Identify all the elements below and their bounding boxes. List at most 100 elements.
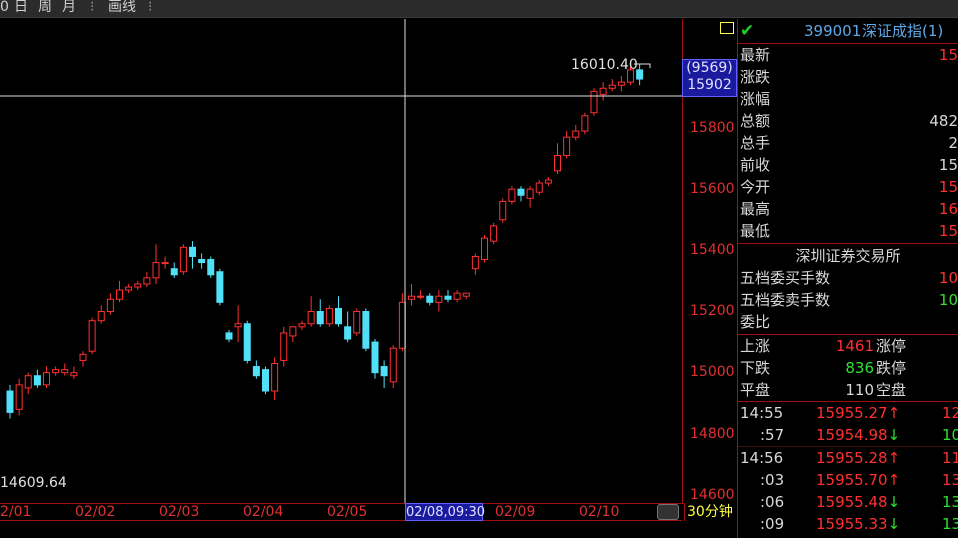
candle-body[interactable]	[435, 295, 443, 303]
candle-body[interactable]	[152, 262, 160, 279]
candle-body[interactable]	[426, 295, 434, 303]
candle-body[interactable]	[170, 268, 178, 276]
candle-body[interactable]	[517, 188, 525, 196]
candle-body[interactable]	[499, 200, 507, 221]
candle-body[interactable]	[125, 286, 133, 291]
candle-body[interactable]	[207, 259, 215, 276]
candle-body[interactable]	[535, 182, 543, 193]
candle-body[interactable]	[15, 384, 23, 410]
candle-body[interactable]	[554, 155, 561, 172]
check-icon[interactable]: ✔	[740, 20, 754, 42]
candle-body[interactable]	[43, 372, 50, 386]
toolbar-separator: ⁝	[90, 0, 95, 15]
candle-body[interactable]	[380, 366, 388, 377]
candle-body[interactable]	[325, 307, 333, 325]
candle-body[interactable]	[344, 326, 352, 340]
x-tick-label: 02/02	[75, 504, 116, 520]
candle-body[interactable]	[225, 332, 233, 340]
y-tick-label: 15600	[690, 181, 735, 197]
candle-body[interactable]	[271, 362, 279, 392]
candle-body[interactable]	[371, 341, 379, 374]
field-label: 涨幅	[740, 90, 771, 108]
candle-body[interactable]	[389, 347, 397, 383]
tick-volume: 13	[942, 471, 958, 489]
candle-body[interactable]	[599, 87, 607, 95]
chart-toolbar: 0 日 周 月 ⁝ 画线 ⁝	[0, 0, 958, 18]
candle-body[interactable]	[335, 307, 342, 325]
y-tick-label: 14800	[690, 426, 735, 442]
candle-body[interactable]	[544, 179, 552, 184]
ask-queue-row: 五档委卖手数 10	[738, 289, 958, 311]
candle-body[interactable]	[462, 292, 470, 297]
period-selector[interactable]: 30分钟	[684, 503, 737, 521]
candle-body[interactable]	[24, 375, 32, 389]
candle-body[interactable]	[234, 323, 242, 328]
field-label: 五档委卖手数	[740, 291, 831, 309]
kline-chart[interactable]	[0, 19, 682, 503]
candle-body[interactable]	[289, 326, 297, 337]
tick-volume: 12	[942, 404, 958, 422]
bid-queue-row: 五档委买手数 10	[738, 267, 958, 289]
candle-body[interactable]	[526, 188, 534, 199]
candle-body[interactable]	[106, 298, 114, 312]
indicator-toggle[interactable]	[720, 22, 734, 34]
quote-header: ✔ 399001 深证成指(1)	[738, 20, 958, 42]
candle-body[interactable]	[490, 225, 498, 242]
candle-body[interactable]	[572, 130, 580, 138]
candle-body[interactable]	[52, 369, 60, 374]
period-button-week[interactable]: 周	[38, 0, 52, 18]
candle-body[interactable]	[198, 259, 206, 264]
candle-body[interactable]	[563, 136, 571, 157]
candle-body[interactable]	[481, 237, 488, 261]
crosshair-price: 15902	[687, 77, 732, 93]
candle-body[interactable]	[6, 390, 14, 413]
candle-body[interactable]	[189, 246, 196, 257]
tick-volume: 13	[942, 515, 958, 533]
candle-body[interactable]	[262, 369, 269, 392]
candle-body[interactable]	[453, 292, 461, 300]
candle-body[interactable]	[353, 311, 361, 334]
candle-body[interactable]	[33, 375, 41, 386]
candle-body[interactable]	[617, 81, 625, 86]
period-button-day[interactable]: 日	[14, 0, 28, 18]
toolbar-separator: ⁝	[148, 0, 153, 15]
chart-scroll-button[interactable]	[657, 504, 679, 520]
candle-body[interactable]	[70, 372, 78, 377]
tick-time: 14:55	[740, 404, 784, 422]
candle-body[interactable]	[179, 246, 187, 273]
candle-body[interactable]	[307, 311, 315, 325]
period-button-month[interactable]: 月	[62, 0, 76, 18]
candle-body[interactable]	[161, 262, 169, 265]
candle-body[interactable]	[608, 84, 616, 89]
x-tick-label: 02/10	[579, 504, 620, 520]
candle-body[interactable]	[143, 277, 151, 285]
candle-body[interactable]	[581, 115, 589, 132]
candle-body[interactable]	[280, 332, 288, 361]
candle-body[interactable]	[408, 295, 415, 300]
candle-body[interactable]	[134, 283, 142, 288]
candle-body[interactable]	[116, 289, 123, 300]
candle-body[interactable]	[471, 255, 479, 270]
candle-body[interactable]	[444, 295, 452, 300]
candle-body[interactable]	[252, 366, 260, 377]
period-button-partial[interactable]: 0	[0, 0, 9, 18]
candle-body[interactable]	[398, 301, 406, 349]
candle-body[interactable]	[508, 188, 516, 202]
candle-body[interactable]	[97, 311, 105, 322]
candle-body[interactable]	[362, 311, 370, 349]
candle-body[interactable]	[590, 90, 598, 114]
candle-body[interactable]	[417, 295, 425, 298]
candle-body[interactable]	[88, 320, 96, 352]
divider	[738, 243, 958, 244]
candle-body[interactable]	[79, 353, 87, 361]
candle-body[interactable]	[298, 323, 306, 328]
quote-panel: ✔ 399001 深证成指(1) 最新 15 涨跌 涨幅 总额 482 总手 2 前收…	[738, 19, 958, 538]
kline-svg[interactable]	[0, 19, 682, 503]
quote-row-high: 最高 16	[738, 198, 958, 220]
candle-body[interactable]	[243, 323, 251, 361]
candle-body[interactable]	[61, 369, 69, 374]
draw-line-button[interactable]: 画线	[108, 0, 136, 18]
candle-body[interactable]	[216, 271, 224, 303]
candle-body[interactable]	[316, 311, 324, 325]
index-code: 399001	[804, 22, 862, 40]
